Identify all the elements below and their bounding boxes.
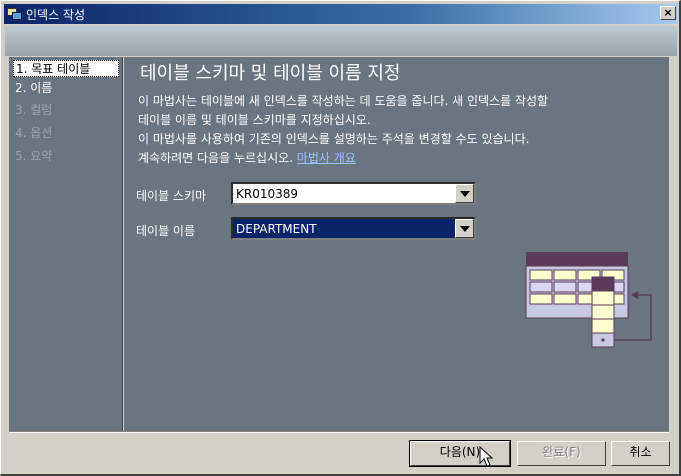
step-summary: 5. 요약 [15, 149, 53, 163]
index-column-header [591, 276, 615, 292]
description-line: 이 마법사를 사용하여 기존의 인덱스를 설명하는 주석을 변경할 수도 있습니… [138, 132, 530, 146]
description-line: 이 마법사는 테이블에 새 인덱스를 작성하는 데 도움을 줍니다. 새 인덱스… [138, 94, 549, 108]
table-header-shape [526, 252, 628, 266]
table-name-dropdown-button[interactable] [455, 219, 474, 238]
button-separator [9, 431, 669, 433]
description-line: 테이블 이름 및 테이블 스키마를 지정하십시오. [138, 113, 371, 127]
description-line: 계속하려면 다음을 누르십시오. 마법사 개요 [138, 149, 668, 168]
wizard-steps-sidebar: 1. 목표 테이블 2. 이름 3. 컬럼 4. 옵션 5. 요약 [9, 57, 123, 431]
chevron-down-icon [459, 225, 470, 232]
table-name-label: 테이블 이름 [136, 224, 196, 238]
continue-text: 계속하려면 다음을 누르십시오. [138, 151, 293, 165]
table-name-combobox[interactable]: DEPARTMENT [231, 217, 476, 240]
wizard-content-panel: 테이블 스키마 및 테이블 이름 지정 이 마법사는 테이블에 새 인덱스를 작… [124, 57, 669, 431]
chevron-down-icon [459, 190, 470, 197]
schema-value[interactable]: KR010389 [233, 187, 455, 201]
wizard-overview-link[interactable]: 마법사 개요 [297, 151, 356, 165]
step-target-table[interactable]: 1. 목표 테이블 [13, 60, 119, 77]
app-icon [7, 7, 23, 21]
description: 이 마법사는 테이블에 새 인덱스를 작성하는 데 도움을 줍니다. 새 인덱스… [138, 92, 668, 168]
header-band [5, 26, 677, 56]
next-button[interactable]: 다음(N) [409, 440, 511, 467]
page-title: 테이블 스키마 및 테이블 이름 지정 [140, 63, 401, 84]
cancel-button[interactable]: 취소 [611, 441, 670, 466]
step-name[interactable]: 2. 이름 [13, 80, 119, 97]
schema-combobox[interactable]: KR010389 [231, 182, 476, 205]
schema-label: 테이블 스키마 [136, 189, 207, 203]
finish-button: 완료(F) [517, 441, 606, 466]
close-button[interactable]: × [660, 6, 676, 20]
index-wizard-window: 인덱스 작성 × 1. 목표 테이블 2. 이름 3. 컬럼 4. 옵션 5. … [0, 0, 681, 476]
schema-dropdown-button[interactable] [455, 184, 474, 203]
step-options: 4. 옵션 [15, 126, 53, 140]
table-name-value[interactable]: DEPARTMENT [233, 222, 455, 236]
step-columns: 3. 컬럼 [15, 103, 53, 117]
window-title: 인덱스 작성 [26, 7, 86, 22]
table-index-illustration-icon [525, 252, 652, 348]
mouse-pointer-icon [479, 446, 493, 467]
title-bar[interactable]: 인덱스 작성 × [4, 4, 678, 24]
